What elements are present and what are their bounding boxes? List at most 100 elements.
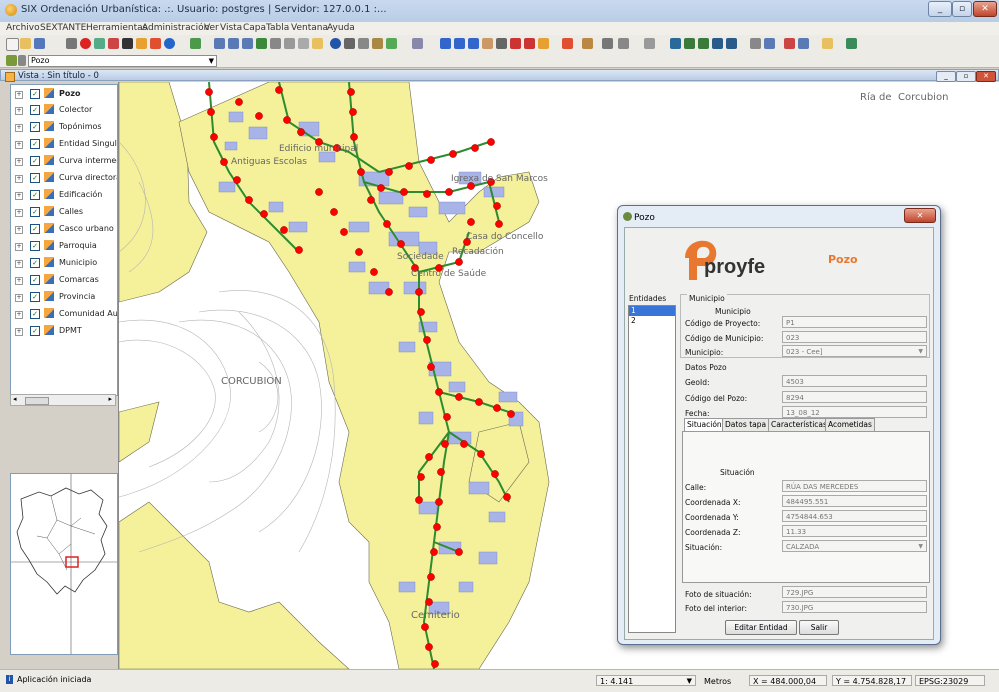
view-minimize-button[interactable]: _ [936,71,956,82]
municipio-select[interactable]: 023 - Cee] ▼ [782,345,927,357]
tab-acometidas[interactable]: Acometidas [825,418,875,431]
expand-icon[interactable]: + [15,311,23,319]
filter-icon[interactable] [562,38,573,49]
layer-item-entidad-singular[interactable]: + ✓ Entidad Singular [11,137,117,153]
layer-item-edificacion[interactable]: + ✓ Edificación [11,188,117,204]
expand-icon[interactable]: + [15,328,23,336]
zoom-prev-icon[interactable] [284,38,295,49]
new-file-icon[interactable] [6,38,19,51]
layer-checkbox[interactable]: ✓ [30,89,40,99]
edit-user-icon[interactable] [726,38,737,49]
entidad-item-1[interactable]: 1 [629,306,675,316]
expand-icon[interactable]: + [15,209,23,217]
edit-layer-icon[interactable] [712,38,723,49]
scroll-left-icon[interactable]: ◂ [13,395,17,403]
overview-map[interactable] [10,473,118,655]
expand-icon[interactable]: + [15,226,23,234]
locate-icon[interactable] [412,38,423,49]
expand-icon[interactable]: + [15,107,23,115]
expand-icon[interactable]: + [15,91,23,99]
coord-y-field[interactable]: 4754844.653 [782,510,927,522]
layer-checkbox[interactable]: ✓ [30,309,40,319]
layer-select[interactable]: Pozo ▼ [28,55,217,67]
select-icon[interactable] [440,38,451,49]
layer-item-comunidad-autonoma[interactable]: + ✓ Comunidad Autónoma [11,307,117,323]
expand-icon[interactable]: + [15,175,23,183]
edit-map-icon[interactable] [698,38,709,49]
print-icon[interactable] [750,38,761,49]
coord-x-field[interactable]: 484495.551 [782,495,927,507]
layer-checkbox[interactable]: ✓ [30,224,40,234]
layer-item-toponimos[interactable]: + ✓ Topónimos [11,120,117,136]
layer-item-curva-intermedia[interactable]: + ✓ Curva intermedia [11,154,117,170]
coord-z-field[interactable]: 11.33 [782,525,927,537]
export-icon[interactable] [846,38,857,49]
layer-item-pozo[interactable]: + ✓ Pozo [11,87,117,103]
edit-vertex-icon[interactable] [670,38,681,49]
zoom-next-icon[interactable] [298,38,309,49]
menu-sextante[interactable]: SEXTANTE [40,23,86,33]
expand-icon[interactable]: + [15,124,23,132]
scroll-thumb[interactable] [25,397,49,405]
hand-icon[interactable] [136,38,147,49]
menu-administracion[interactable]: Administración [142,23,209,33]
settings-icon[interactable] [94,38,105,49]
menu-archivo[interactable]: Archivo [6,23,40,33]
expand-icon[interactable]: + [15,158,23,166]
layers-icon[interactable] [256,38,267,49]
search-icon[interactable] [798,38,809,49]
layer-list-scrollbar[interactable]: ◂ ▸ [10,394,116,406]
menu-vista[interactable]: Vista [220,23,242,33]
tab-caracteristicas[interactable]: Características [768,418,830,431]
expand-icon[interactable]: + [15,277,23,285]
layer-checkbox[interactable]: ✓ [30,275,40,285]
layer-checkbox[interactable]: ✓ [30,207,40,217]
ruler-icon[interactable] [358,38,369,49]
editar-entidad-button[interactable]: Editar Entidad [725,620,797,635]
layer-item-comarcas[interactable]: + ✓ Comarcas [11,273,117,289]
menu-ayuda[interactable]: Ayuda [327,23,355,33]
select-layer-icon[interactable] [482,38,493,49]
select-rect-icon[interactable] [454,38,465,49]
clear-selection-icon[interactable] [524,38,535,49]
save-icon[interactable] [34,38,45,49]
codigo-municipio-field[interactable]: 023 [782,331,927,343]
edit-icon[interactable] [66,38,77,49]
label-icon[interactable] [386,38,397,49]
layer-checkbox[interactable]: ✓ [30,326,40,336]
star-icon[interactable] [538,38,549,49]
layer-item-colector[interactable]: + ✓ Colector [11,103,117,119]
layer-checkbox[interactable]: ✓ [30,190,40,200]
close-button[interactable]: ✕ [973,1,997,17]
check-icon[interactable] [190,38,201,49]
layer-item-dpmt[interactable]: + ✓ DPMT [11,324,117,340]
view-restore-button[interactable]: ▫ [956,71,976,82]
layer-item-curva-directora[interactable]: + ✓ Curva directora [11,171,117,187]
frame-icon[interactable] [602,38,613,49]
grid-icon[interactable] [582,38,593,49]
window-icon[interactable] [784,38,795,49]
expand-icon[interactable]: + [15,294,23,302]
layer-checkbox[interactable]: ✓ [30,105,40,115]
menu-herramientas[interactable]: Herramientas [86,23,147,33]
dialog-close-button[interactable]: ✕ [904,208,936,223]
table-small-icon[interactable] [18,55,26,66]
foto-interior-field[interactable]: 730.JPG [782,601,927,613]
target-icon[interactable] [80,38,91,49]
edit-table-icon[interactable] [684,38,695,49]
fecha-field[interactable]: 13_08_12 [782,406,927,418]
expand-icon[interactable]: + [15,141,23,149]
layer-checkbox[interactable]: ✓ [30,156,40,166]
menu-tabla[interactable]: Tabla [266,23,289,33]
measure-icon[interactable] [344,38,355,49]
layer-checkbox[interactable]: ✓ [30,241,40,251]
layer-item-parroquia[interactable]: + ✓ Parroquia [11,239,117,255]
entidad-item-2[interactable]: 2 [629,316,675,326]
layer-checkbox[interactable]: ✓ [30,292,40,302]
layer-edit-icon[interactable] [6,55,17,66]
salir-button[interactable]: Salir [799,620,839,635]
layer-item-municipio[interactable]: + ✓ Municipio [11,256,117,272]
scale-select[interactable]: 1: 4.141 ▼ [596,675,696,686]
layer-checkbox[interactable]: ✓ [30,173,40,183]
minimize-button[interactable]: _ [928,1,952,17]
